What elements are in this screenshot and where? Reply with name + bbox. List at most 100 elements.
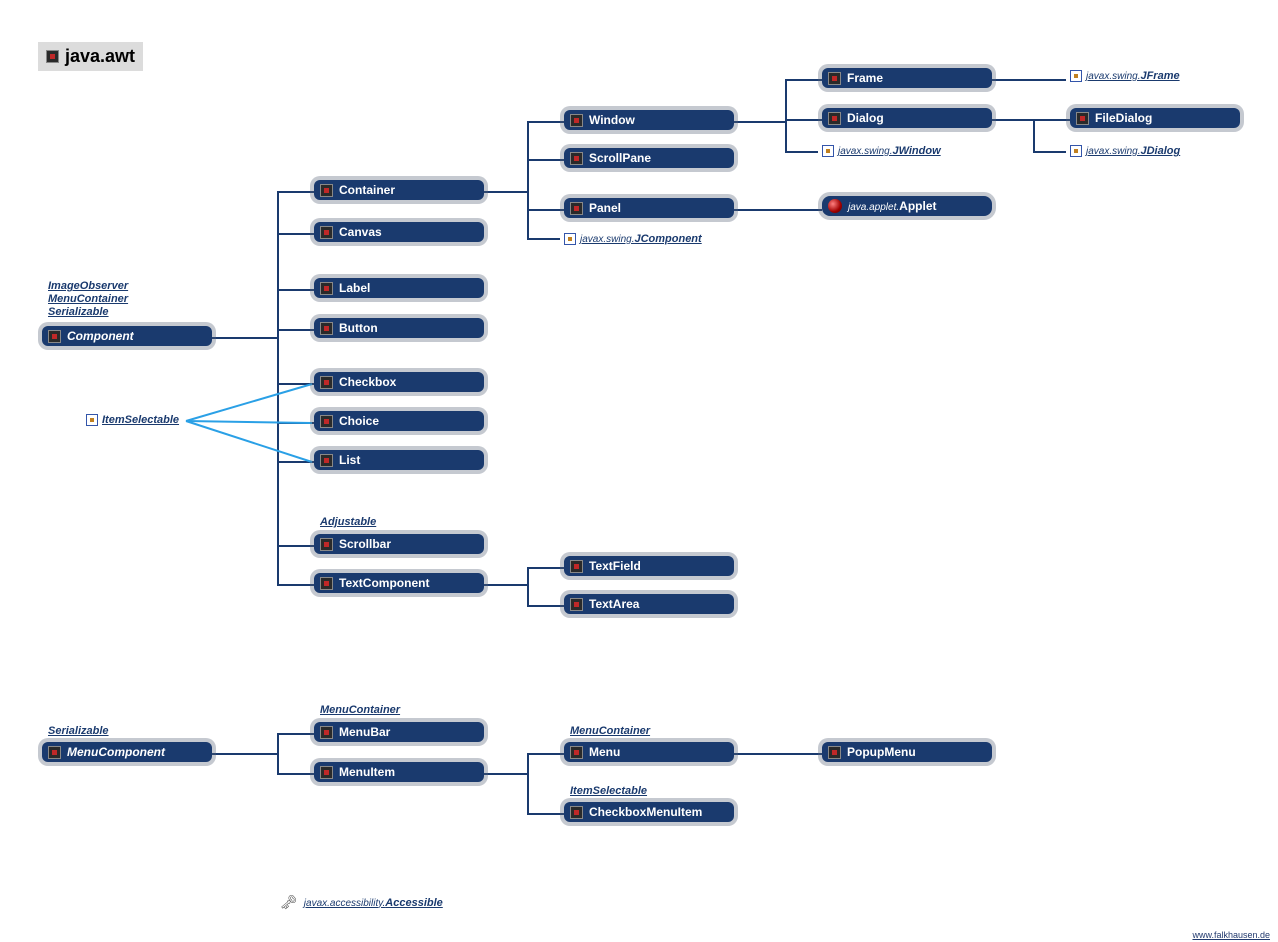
class-label: ScrollPane <box>589 151 651 165</box>
class-node-menucomponent[interactable]: MenuComponent <box>42 742 212 762</box>
class-icon <box>320 577 333 590</box>
class-icon <box>570 806 583 819</box>
applet-icon <box>828 199 842 213</box>
class-label: Component <box>67 329 134 343</box>
class-icon <box>828 746 841 759</box>
class-node-textcomponent[interactable]: TextComponent <box>314 573 484 593</box>
ref-label: javax.swing.JWindow <box>838 145 941 157</box>
ref-icon <box>1070 145 1082 157</box>
class-icon <box>320 415 333 428</box>
package-title: java.awt <box>38 42 143 71</box>
interface-label-menucontainer2[interactable]: MenuContainer <box>570 725 650 738</box>
interface-label-serializable[interactable]: Serializable <box>48 725 109 738</box>
class-icon <box>320 226 333 239</box>
ref-label: javax.swing.JDialog <box>1086 145 1180 157</box>
class-icon <box>570 560 583 573</box>
ref-icon <box>822 145 834 157</box>
class-label: Button <box>339 321 378 335</box>
class-icon <box>320 184 333 197</box>
class-icon <box>570 114 583 127</box>
class-node-component[interactable]: Component <box>42 326 212 346</box>
ref-label: ItemSelectable <box>102 414 179 426</box>
class-node-window[interactable]: Window <box>564 110 734 130</box>
class-node-menuitem[interactable]: MenuItem <box>314 762 484 782</box>
class-icon <box>320 282 333 295</box>
class-node-scrollpane[interactable]: ScrollPane <box>564 148 734 168</box>
class-label: PopupMenu <box>847 745 916 759</box>
class-label: TextField <box>589 559 641 573</box>
class-node-container[interactable]: Container <box>314 180 484 200</box>
footer-link[interactable]: www.falkhausen.de <box>1192 930 1270 940</box>
class-icon <box>828 112 841 125</box>
class-icon <box>320 766 333 779</box>
class-node-filedialog[interactable]: FileDialog <box>1070 108 1240 128</box>
class-icon <box>320 376 333 389</box>
class-label: Frame <box>847 71 883 85</box>
applet-label: java.applet.Applet <box>848 199 937 213</box>
external-ref-jwindow[interactable]: javax.swing.JWindow <box>822 145 941 157</box>
ref-icon <box>86 414 98 426</box>
diagram-canvas: java.awt Component Container Canvas Label Bu… <box>0 0 1278 942</box>
class-node-label[interactable]: Label <box>314 278 484 298</box>
class-icon <box>570 598 583 611</box>
class-label: Label <box>339 281 370 295</box>
class-icon <box>570 152 583 165</box>
title-label: java.awt <box>65 46 135 67</box>
class-label: Scrollbar <box>339 537 391 551</box>
class-node-dialog[interactable]: Dialog <box>822 108 992 128</box>
connector-lines <box>0 0 1278 942</box>
class-label: TextComponent <box>339 576 429 590</box>
external-ref-itemselectable[interactable]: ItemSelectable <box>86 414 179 426</box>
interface-label-menucontainer[interactable]: MenuContainer <box>320 704 400 717</box>
class-label: Menu <box>589 745 620 759</box>
class-node-scrollbar[interactable]: Scrollbar <box>314 534 484 554</box>
interface-label-itemselectable2[interactable]: ItemSelectable <box>570 785 647 798</box>
class-label: List <box>339 453 360 467</box>
class-label: Container <box>339 183 395 197</box>
class-node-checkbox[interactable]: Checkbox <box>314 372 484 392</box>
class-label: MenuBar <box>339 725 390 739</box>
class-label: MenuComponent <box>67 745 165 759</box>
class-node-panel[interactable]: Panel <box>564 198 734 218</box>
applet-node[interactable]: java.applet.Applet <box>822 196 992 216</box>
interface-label-componentIfaces[interactable]: ImageObserverMenuContainerSerializable <box>48 280 128 320</box>
class-node-menu[interactable]: Menu <box>564 742 734 762</box>
class-node-popupmenu[interactable]: PopupMenu <box>822 742 992 762</box>
class-icon <box>570 202 583 215</box>
class-icon <box>46 50 59 63</box>
class-node-menubar[interactable]: MenuBar <box>314 722 484 742</box>
class-node-button[interactable]: Button <box>314 318 484 338</box>
class-label: Canvas <box>339 225 382 239</box>
class-icon <box>48 746 61 759</box>
ref-icon <box>564 233 576 245</box>
class-label: Panel <box>589 201 621 215</box>
class-label: TextArea <box>589 597 639 611</box>
class-icon <box>320 322 333 335</box>
interface-label-adjustable[interactable]: Adjustable <box>320 516 376 529</box>
class-node-list[interactable]: List <box>314 450 484 470</box>
class-label: Choice <box>339 414 379 428</box>
accessible-reference[interactable]: 🗝 javax.accessibility.Accessible <box>280 894 443 911</box>
class-icon <box>48 330 61 343</box>
class-node-textfield[interactable]: TextField <box>564 556 734 576</box>
class-node-canvas[interactable]: Canvas <box>314 222 484 242</box>
class-label: CheckboxMenuItem <box>589 805 702 819</box>
class-icon <box>320 726 333 739</box>
ref-label: javax.swing.JComponent <box>580 233 702 245</box>
class-node-choice[interactable]: Choice <box>314 411 484 431</box>
class-node-textarea[interactable]: TextArea <box>564 594 734 614</box>
accessible-label: javax.accessibility.Accessible <box>304 897 443 909</box>
class-label: MenuItem <box>339 765 395 779</box>
external-ref-jcomponent[interactable]: javax.swing.JComponent <box>564 233 702 245</box>
external-ref-jdialog[interactable]: javax.swing.JDialog <box>1070 145 1180 157</box>
class-node-frame[interactable]: Frame <box>822 68 992 88</box>
class-label: Dialog <box>847 111 884 125</box>
class-label: FileDialog <box>1095 111 1152 125</box>
class-label: Window <box>589 113 635 127</box>
class-icon <box>320 538 333 551</box>
ref-icon <box>1070 70 1082 82</box>
class-icon <box>570 746 583 759</box>
ref-label: javax.swing.JFrame <box>1086 70 1180 82</box>
class-node-checkboxmenuitem[interactable]: CheckboxMenuItem <box>564 802 734 822</box>
external-ref-jframe[interactable]: javax.swing.JFrame <box>1070 70 1180 82</box>
